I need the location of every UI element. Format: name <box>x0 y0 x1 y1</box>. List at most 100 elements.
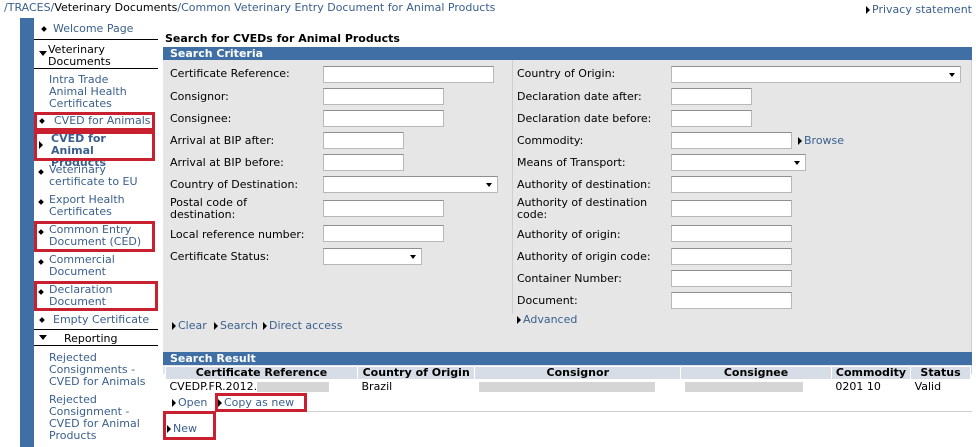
chevron-down-icon <box>410 255 416 259</box>
browse-link[interactable]: Browse <box>798 134 844 147</box>
country-dest-select[interactable] <box>323 176 498 193</box>
breadcrumb-vet-docs[interactable]: Veterinary Documents <box>54 1 177 14</box>
postal-code-label: Postal code of destination: <box>170 196 247 221</box>
consignor-label: Consignor: <box>170 90 229 103</box>
sidebar-item-vet-cert-eu[interactable]: Veterinary certificate to EU <box>34 164 158 190</box>
decl-before-label: Declaration date before: <box>517 112 652 125</box>
commodity-input[interactable] <box>671 132 792 149</box>
sidebar-item-rejected-products[interactable]: Rejected Consignment - CVED for Animal P… <box>34 394 158 444</box>
redacted-mask <box>257 381 330 392</box>
browse-label[interactable]: Browse <box>804 134 844 147</box>
column-header[interactable]: Certificate Reference <box>165 366 358 380</box>
chevron-down-icon <box>794 161 800 165</box>
arrow-right-icon <box>798 137 802 145</box>
sidebar-section-label[interactable]: Veterinary Documents <box>48 44 138 68</box>
cell-consignee <box>681 380 832 394</box>
sidebar-item-label[interactable]: Rejected Consignments - CVED for Animals <box>49 352 149 388</box>
local-ref-input[interactable] <box>323 225 444 242</box>
decl-after-label: Declaration date after: <box>517 90 642 103</box>
sidebar-item-welcome[interactable]: Welcome Page <box>34 23 158 37</box>
breadcrumb-current[interactable]: Common Veterinary Entry Document for Ani… <box>181 1 495 14</box>
chevron-down-icon <box>39 51 47 56</box>
sidebar-item-label[interactable]: Export Health Certificates <box>49 194 139 218</box>
sidebar-item-label[interactable]: Veterinary certificate to EU <box>49 164 149 188</box>
arrow-right-icon <box>517 316 521 324</box>
highlight-box <box>34 281 158 311</box>
sidebar-item-label[interactable]: Welcome Page <box>53 23 133 35</box>
breadcrumb-traces[interactable]: TRACES <box>8 1 51 14</box>
sidebar-item-commercial[interactable]: Commercial Document <box>34 254 158 280</box>
document-input[interactable] <box>671 292 792 309</box>
bullet-icon <box>41 26 47 32</box>
sidebar-item-label[interactable]: Empty Certificate <box>53 314 149 326</box>
privacy-label[interactable]: Privacy statement <box>872 3 972 16</box>
cert-ref-input[interactable] <box>323 66 494 83</box>
table-row[interactable]: CVEDP.FR.2012. Brazil 0201 10 Valid <box>166 380 971 394</box>
postal-code-input[interactable] <box>323 200 444 217</box>
country-origin-select[interactable] <box>671 66 961 83</box>
arrival-before-input[interactable] <box>323 154 404 171</box>
auth-origin-input[interactable] <box>671 225 792 242</box>
container-label: Container Number: <box>517 272 622 285</box>
sidebar-item-rejected-animals[interactable]: Rejected Consignments - CVED for Animals <box>34 352 158 390</box>
arrival-after-input[interactable] <box>323 132 404 149</box>
consignee-input[interactable] <box>323 110 444 127</box>
search-label[interactable]: Search <box>220 319 258 332</box>
decl-after-input[interactable] <box>671 88 752 105</box>
cert-status-label: Certificate Status: <box>170 250 270 263</box>
cert-ref-label: Certificate Reference: <box>170 67 290 80</box>
arrival-after-label: Arrival at BIP after: <box>170 134 275 147</box>
direct-access-link[interactable]: Direct access <box>263 319 343 332</box>
cert-status-select[interactable] <box>323 248 422 265</box>
country-dest-label: Country of Destination: <box>170 178 299 191</box>
auth-dest-input[interactable] <box>671 176 792 193</box>
direct-access-label[interactable]: Direct access <box>269 319 343 332</box>
chevron-down-icon <box>949 73 955 77</box>
auth-dest-code-label: Authority of destination code: <box>517 196 648 221</box>
arrow-right-icon <box>172 322 176 330</box>
column-header[interactable]: Commodity <box>830 366 912 380</box>
auth-origin-code-label: Authority of origin code: <box>517 250 651 263</box>
commodity-label: Commodity: <box>517 134 584 147</box>
breadcrumb: /TRACES/Veterinary Documents/Common Vete… <box>4 1 495 14</box>
column-header[interactable]: Country of Origin <box>356 366 476 380</box>
redacted-mask <box>684 381 803 392</box>
advanced-link[interactable]: Advanced <box>517 313 577 326</box>
result-table: Certificate Reference Country of Origin … <box>165 366 971 394</box>
sidebar-section-vet-docs[interactable]: Veterinary Documents <box>34 39 158 69</box>
auth-origin-code-input[interactable] <box>671 248 792 265</box>
sidebar-item-label[interactable]: Intra Trade Animal Health Certificates <box>49 74 141 110</box>
column-divider <box>512 60 513 314</box>
column-header[interactable]: Consignee <box>680 366 832 380</box>
privacy-link[interactable]: Privacy statement <box>866 3 972 16</box>
chevron-down-icon <box>39 335 47 340</box>
container-input[interactable] <box>671 270 792 287</box>
highlight-box <box>163 411 216 440</box>
auth-dest-label: Authority of destination: <box>517 178 651 191</box>
open-link[interactable]: Open <box>172 396 207 409</box>
search-link[interactable]: Search <box>214 319 258 332</box>
sidebar-item-export-health[interactable]: Export Health Certificates <box>34 194 158 220</box>
transport-label: Means of Transport: <box>517 156 626 169</box>
bullet-icon <box>39 317 45 323</box>
sidebar-section-label[interactable]: Reporting <box>64 333 117 345</box>
sidebar-item-label[interactable]: Rejected Consignment - CVED for Animal P… <box>49 394 145 442</box>
open-label[interactable]: Open <box>178 396 207 409</box>
sidebar-item-intra-trade[interactable]: Intra Trade Animal Health Certificates <box>34 74 158 110</box>
transport-select[interactable] <box>671 154 806 171</box>
advanced-label[interactable]: Advanced <box>523 313 577 326</box>
column-header[interactable]: Consignor <box>474 366 682 380</box>
clear-link[interactable]: Clear <box>172 319 207 332</box>
sidebar-item-label[interactable]: Commercial Document <box>49 254 139 278</box>
highlight-box <box>34 221 155 252</box>
column-header[interactable]: Status <box>910 366 971 380</box>
clear-label[interactable]: Clear <box>178 319 207 332</box>
chevron-down-icon <box>486 183 492 187</box>
auth-dest-code-input[interactable] <box>671 200 792 217</box>
sidebar-section-reporting[interactable]: Reporting <box>34 329 158 346</box>
highlight-box <box>34 112 155 131</box>
bullet-icon <box>38 259 44 265</box>
consignor-input[interactable] <box>323 88 444 105</box>
decl-before-input[interactable] <box>671 110 752 127</box>
sidebar-item-empty-cert[interactable]: Empty Certificate <box>34 314 158 328</box>
